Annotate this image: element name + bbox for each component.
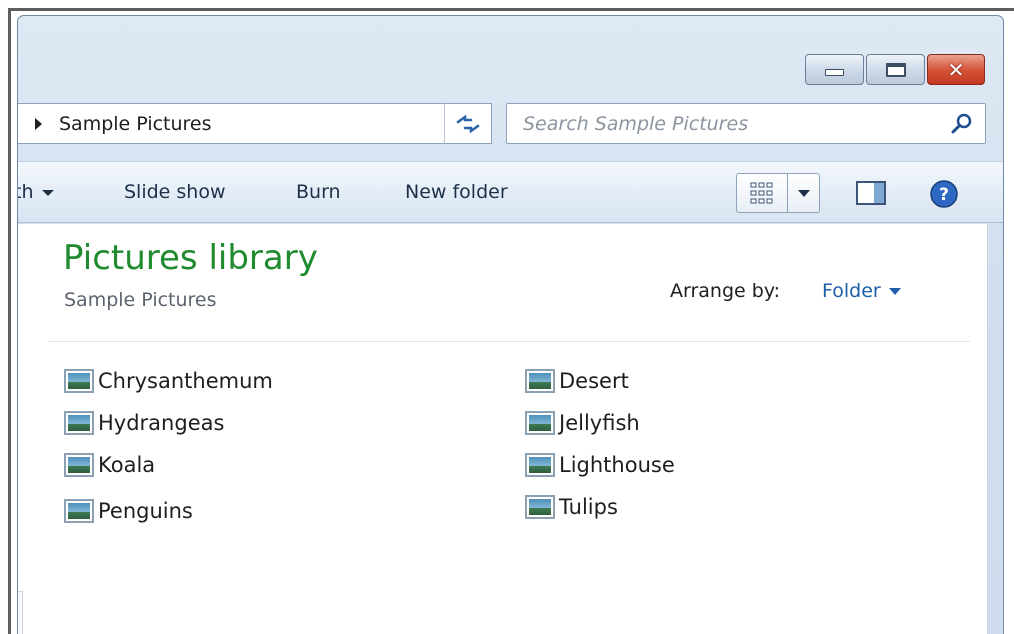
list-item[interactable]: Hydrangeas xyxy=(64,411,224,435)
share-with-menu[interactable]: th xyxy=(18,181,54,203)
chevron-down-icon xyxy=(41,189,54,196)
svg-text:?: ? xyxy=(939,185,949,205)
help-icon[interactable]: ? xyxy=(929,179,959,209)
arrange-by-label: Arrange by: xyxy=(670,280,781,302)
file-name: Desert xyxy=(559,369,629,393)
breadcrumb-arrow-icon[interactable] xyxy=(35,118,42,130)
file-name: Penguins xyxy=(98,499,193,523)
picture-file-icon xyxy=(64,499,94,523)
header-divider xyxy=(48,341,970,342)
picture-file-icon xyxy=(525,495,555,519)
explorer-window: ✕ Sample Pictures Search Sample Pictures… xyxy=(17,15,1004,634)
library-subtitle: Sample Pictures xyxy=(64,289,217,311)
picture-file-icon xyxy=(525,453,555,477)
new-folder-button[interactable]: New folder xyxy=(405,181,508,203)
refresh-button[interactable] xyxy=(444,103,492,144)
close-button[interactable]: ✕ xyxy=(927,54,985,85)
refresh-icon xyxy=(456,114,480,133)
list-item[interactable]: Lighthouse xyxy=(525,453,675,477)
search-input[interactable]: Search Sample Pictures xyxy=(523,113,748,135)
picture-file-icon xyxy=(525,411,555,435)
file-name: Lighthouse xyxy=(559,453,675,477)
close-icon: ✕ xyxy=(947,57,965,82)
burn-button[interactable]: Burn xyxy=(296,181,341,203)
file-name: Hydrangeas xyxy=(98,411,225,435)
view-grid-icon xyxy=(750,182,773,204)
file-name: Tulips xyxy=(559,495,618,519)
maximize-button[interactable] xyxy=(866,54,925,85)
picture-file-icon xyxy=(64,411,94,435)
arrange-by-dropdown[interactable]: Folder xyxy=(822,280,901,302)
chevron-down-icon xyxy=(888,288,901,295)
caption-buttons: ✕ xyxy=(805,54,985,85)
library-title: Pictures library xyxy=(63,238,318,278)
minimize-button[interactable] xyxy=(805,54,864,85)
minimize-icon xyxy=(825,69,844,76)
scroll-edge-marker xyxy=(18,591,23,634)
maximize-icon xyxy=(885,62,906,77)
list-item[interactable]: Koala xyxy=(64,453,155,477)
chevron-down-icon xyxy=(797,189,810,197)
arrange-by-value: Folder xyxy=(822,280,881,302)
search-icon[interactable] xyxy=(951,113,973,135)
view-options-dropdown[interactable] xyxy=(788,173,820,213)
content-pane: Pictures library Sample Pictures Arrange… xyxy=(18,224,988,634)
file-name: Chrysanthemum xyxy=(98,369,273,393)
file-name: Jellyfish xyxy=(559,411,640,435)
picture-file-icon xyxy=(525,369,555,393)
share-with-label: th xyxy=(18,181,34,203)
change-view-button[interactable] xyxy=(736,173,788,213)
list-item[interactable]: Desert xyxy=(525,369,629,393)
list-item[interactable]: Jellyfish xyxy=(525,411,640,435)
list-item[interactable]: Tulips xyxy=(525,495,618,519)
command-bar: th Slide show Burn New folder ? xyxy=(18,161,1003,223)
preview-pane-icon[interactable] xyxy=(856,181,886,205)
file-name: Koala xyxy=(98,453,156,477)
address-bar[interactable]: Sample Pictures xyxy=(18,103,490,144)
slide-show-button[interactable]: Slide show xyxy=(124,181,226,203)
list-item[interactable]: Chrysanthemum xyxy=(64,369,273,393)
breadcrumb-sample-pictures[interactable]: Sample Pictures xyxy=(59,113,212,135)
picture-file-icon xyxy=(64,453,94,477)
search-box[interactable]: Search Sample Pictures xyxy=(506,103,986,144)
outer-frame-left xyxy=(8,8,11,634)
list-item[interactable]: Penguins xyxy=(64,499,193,523)
picture-file-icon xyxy=(64,369,94,393)
outer-frame-top xyxy=(8,8,1014,11)
